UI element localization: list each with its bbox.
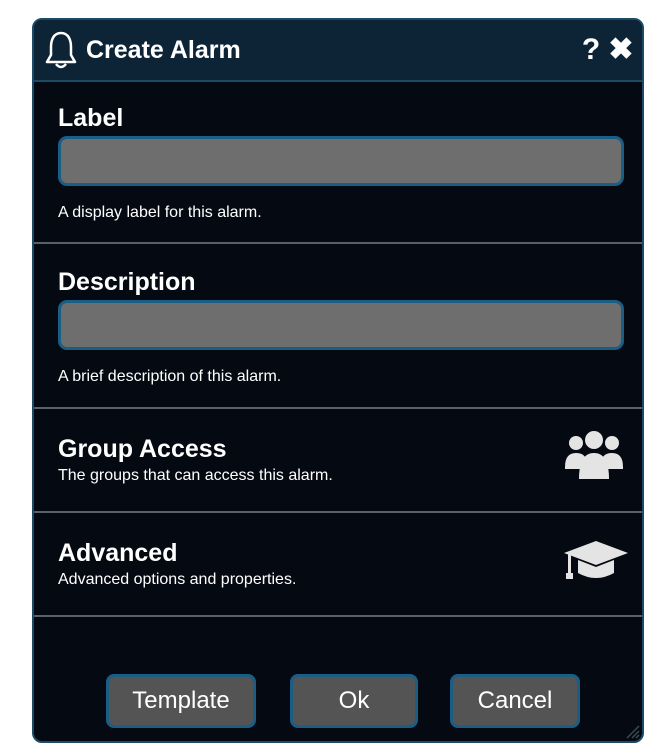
users-icon bbox=[562, 429, 626, 485]
label-help-text: A display label for this alarm. bbox=[58, 204, 262, 221]
advanced-title: Advanced bbox=[58, 539, 178, 567]
description-section: Description A brief description of this … bbox=[34, 244, 642, 409]
cancel-button[interactable]: Cancel bbox=[450, 674, 580, 728]
group-access-row[interactable]: Group Access The groups that can access … bbox=[34, 409, 642, 513]
description-help-text: A brief description of this alarm. bbox=[58, 368, 282, 385]
advanced-row[interactable]: Advanced Advanced options and properties… bbox=[34, 513, 642, 617]
close-button[interactable]: ✖ bbox=[608, 35, 634, 65]
dialog-titlebar[interactable]: Create Alarm ? ✖ bbox=[34, 20, 642, 82]
group-access-subtitle: The groups that can access this alarm. bbox=[58, 467, 333, 484]
graduation-cap-icon bbox=[562, 533, 628, 589]
advanced-subtitle: Advanced options and properties. bbox=[58, 571, 297, 588]
group-access-title: Group Access bbox=[58, 435, 227, 463]
label-input[interactable] bbox=[58, 136, 624, 186]
description-heading: Description bbox=[58, 268, 196, 296]
resize-grip-icon[interactable] bbox=[622, 721, 640, 739]
description-input[interactable] bbox=[58, 300, 624, 350]
dialog-title: Create Alarm bbox=[86, 35, 241, 64]
ok-button[interactable]: Ok bbox=[290, 674, 418, 728]
template-button[interactable]: Template bbox=[106, 674, 256, 728]
help-button[interactable]: ? bbox=[578, 35, 604, 65]
bell-icon bbox=[44, 28, 80, 72]
create-alarm-dialog: Create Alarm ? ✖ Label A display label f… bbox=[32, 18, 644, 743]
label-section: Label A display label for this alarm. bbox=[34, 82, 642, 244]
label-heading: Label bbox=[58, 104, 124, 132]
